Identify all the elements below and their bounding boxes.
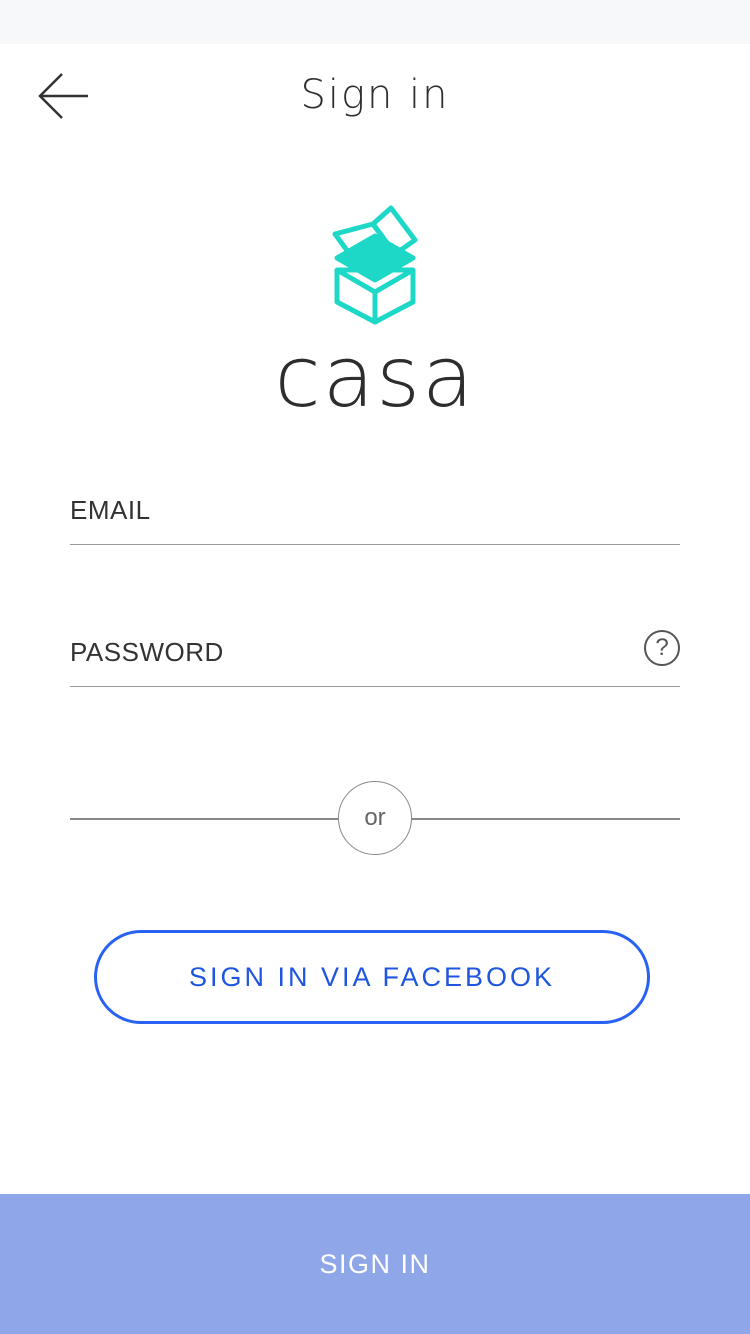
password-input[interactable] (70, 624, 630, 680)
facebook-signin-button[interactable]: SIGN IN VIA FACEBOOK (94, 930, 650, 1024)
email-field-container (70, 482, 680, 545)
email-input[interactable] (70, 482, 630, 538)
signin-button[interactable]: SIGN IN (0, 1194, 750, 1334)
or-divider: or (338, 781, 412, 855)
brand-name: casa (274, 328, 476, 426)
open-box-icon (332, 205, 418, 325)
password-field-container: ? (70, 624, 680, 687)
divider-line-left (70, 818, 338, 820)
question-circle-icon[interactable]: ? (644, 630, 680, 666)
page-title: Sign in (300, 72, 450, 118)
divider-line-right (412, 818, 680, 820)
header: Sign in (0, 44, 750, 148)
status-bar (0, 0, 750, 44)
